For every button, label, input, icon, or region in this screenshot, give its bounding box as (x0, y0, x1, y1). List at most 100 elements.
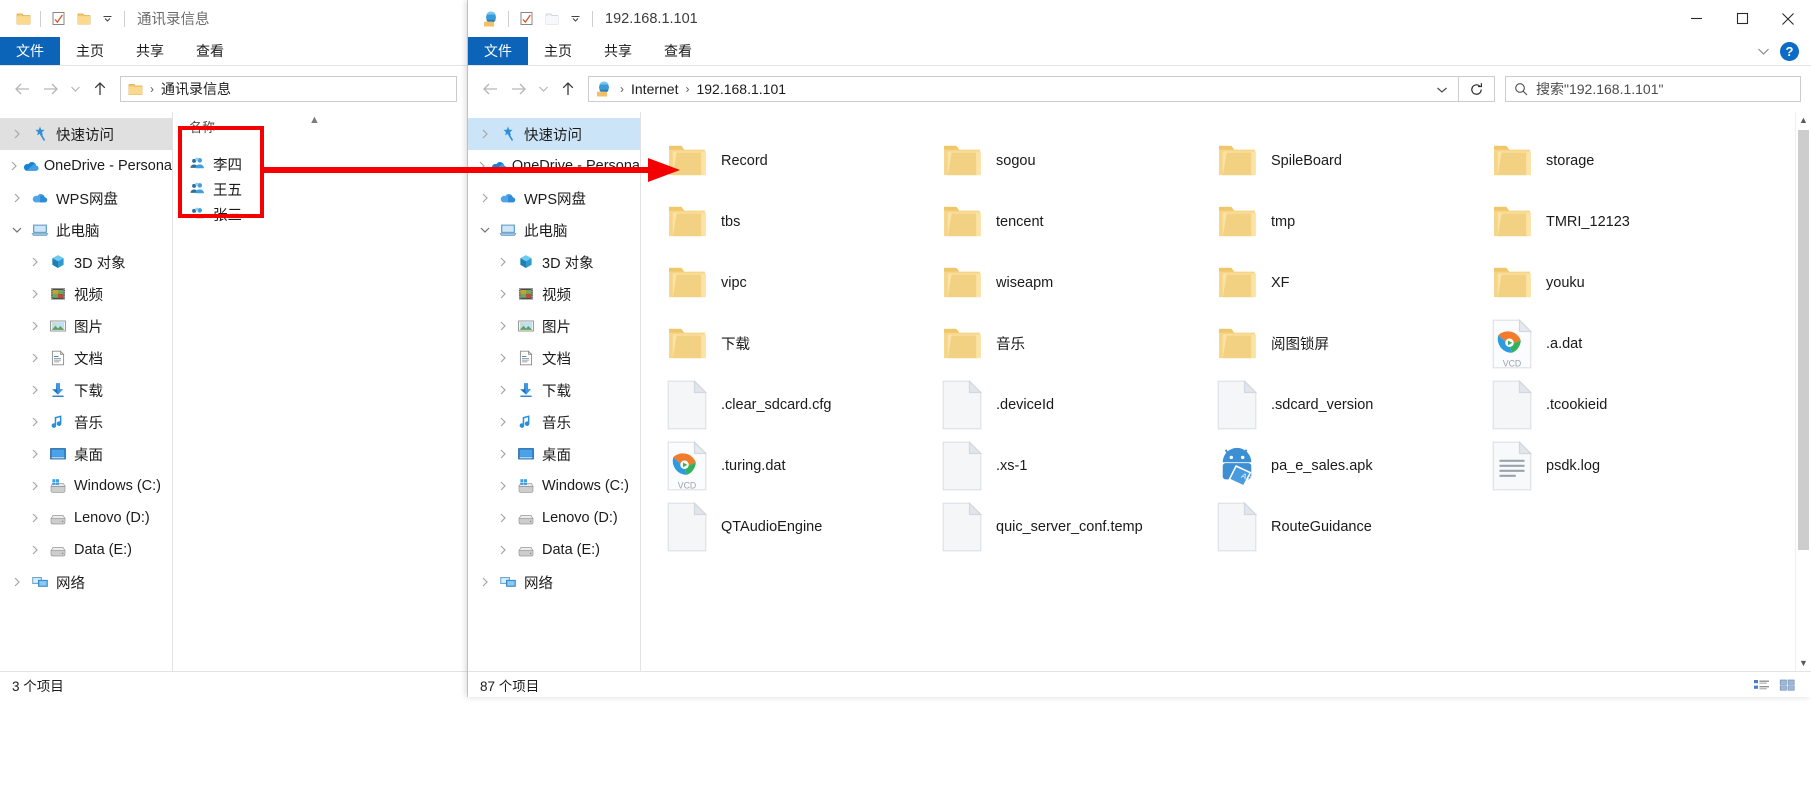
tree-item-windows-c[interactable]: Windows (C:) (468, 470, 640, 502)
tree-item-[interactable]: 下载 (0, 374, 172, 406)
back-button[interactable] (8, 74, 36, 104)
column-header-name[interactable]: 名称 ▲ (173, 112, 467, 140)
tab-file[interactable]: 文件 (468, 37, 528, 65)
chevron-right-icon[interactable] (492, 321, 514, 331)
tree-item-wps[interactable]: WPS网盘 (0, 182, 172, 214)
chevron-right-icon[interactable] (474, 161, 490, 171)
grid-item[interactable]: RouteGuidance (1203, 496, 1478, 557)
list-item[interactable]: 张三 (173, 202, 467, 227)
back-button[interactable] (476, 74, 504, 104)
tree-item-[interactable]: 网络 (0, 566, 172, 598)
chevron-right-icon[interactable] (492, 289, 514, 299)
chevron-right-icon[interactable] (492, 481, 514, 491)
tree-item-3d[interactable]: 3D 对象 (0, 246, 172, 278)
up-button[interactable] (554, 74, 582, 104)
grid-item[interactable]: SpileBoard (1203, 130, 1478, 191)
tree-item-data-e[interactable]: Data (E:) (468, 534, 640, 566)
breadcrumb-item-internet[interactable]: Internet (631, 81, 678, 97)
chevron-right-icon[interactable] (492, 449, 514, 459)
tree-item-[interactable]: 音乐 (468, 406, 640, 438)
tree-item-[interactable]: 此电脑 (0, 214, 172, 246)
new-folder-icon[interactable] (74, 10, 92, 28)
breadcrumb-item[interactable]: 通讯录信息 (161, 79, 231, 99)
grid-item[interactable]: 下载 (653, 313, 928, 374)
tree-item-[interactable]: 文档 (0, 342, 172, 374)
chevron-right-icon[interactable] (24, 289, 46, 299)
tree-item-[interactable]: 图片 (0, 310, 172, 342)
list-item[interactable]: 李四 (173, 152, 467, 177)
tree-item-[interactable]: 视频 (468, 278, 640, 310)
grid-item[interactable]: storage (1478, 130, 1753, 191)
tree-item-data-e[interactable]: Data (E:) (0, 534, 172, 566)
details-view-icon[interactable] (1749, 675, 1773, 695)
properties-icon[interactable] (49, 10, 67, 28)
chevron-right-icon[interactable] (6, 193, 28, 203)
tree-item-[interactable]: 下载 (468, 374, 640, 406)
chevron-right-icon[interactable] (492, 385, 514, 395)
refresh-button[interactable] (1459, 76, 1495, 102)
tab-share[interactable]: 共享 (120, 37, 180, 65)
tree-item-[interactable]: 桌面 (468, 438, 640, 470)
maximize-icon[interactable] (1719, 0, 1765, 37)
forward-button[interactable] (504, 74, 532, 104)
tree-item-[interactable]: 网络 (468, 566, 640, 598)
chevron-down-icon[interactable] (474, 226, 496, 234)
grid-item[interactable]: Record (653, 130, 928, 191)
recent-locations-chevron-icon[interactable] (64, 74, 86, 104)
chevron-right-icon[interactable] (24, 449, 46, 459)
tree-item-3d[interactable]: 3D 对象 (468, 246, 640, 278)
tree-item-wps[interactable]: WPS网盘 (468, 182, 640, 214)
grid-item[interactable]: quic_server_conf.temp (928, 496, 1203, 557)
chevron-right-icon[interactable] (24, 417, 46, 427)
grid-item[interactable]: VCD .turing.dat (653, 435, 928, 496)
large-icons-view-icon[interactable] (1775, 675, 1799, 695)
tree-item-[interactable]: 文档 (468, 342, 640, 374)
up-button[interactable] (86, 74, 114, 104)
grid-item[interactable]: .xs-1 (928, 435, 1203, 496)
properties-icon[interactable] (517, 10, 535, 28)
tree-item-onedrive-persona[interactable]: OneDrive - Persona (468, 150, 640, 182)
search-input[interactable]: 搜索"192.168.1.101" (1505, 76, 1801, 102)
grid-item[interactable]: TMRI_12123 (1478, 191, 1753, 252)
left-address-bar[interactable]: › 通讯录信息 (120, 76, 457, 102)
tab-home[interactable]: 主页 (60, 37, 120, 65)
grid-item[interactable]: 阅图锁屏 (1203, 313, 1478, 374)
grid-item[interactable]: .sdcard_version (1203, 374, 1478, 435)
minimize-ribbon-chevron-icon[interactable] (1757, 43, 1770, 59)
grid-item[interactable]: .clear_sdcard.cfg (653, 374, 928, 435)
right-address-bar[interactable]: › Internet › 192.168.1.101 (588, 76, 1459, 102)
chevron-right-icon[interactable] (6, 161, 22, 171)
tree-item-[interactable]: 桌面 (0, 438, 172, 470)
customize-qat-chevron-icon[interactable] (566, 10, 584, 28)
new-folder-icon[interactable] (542, 10, 560, 28)
chevron-right-icon[interactable] (474, 577, 496, 587)
tab-view[interactable]: 查看 (648, 37, 708, 65)
tree-item-[interactable]: 视频 (0, 278, 172, 310)
tree-item-lenovo-d[interactable]: Lenovo (D:) (0, 502, 172, 534)
help-icon[interactable]: ? (1780, 41, 1799, 61)
grid-item[interactable]: .tcookieid (1478, 374, 1753, 435)
grid-item[interactable]: tmp (1203, 191, 1478, 252)
minimize-icon[interactable] (1673, 0, 1719, 37)
chevron-right-icon[interactable] (24, 353, 46, 363)
chevron-right-icon[interactable] (474, 193, 496, 203)
grid-item[interactable]: tbs (653, 191, 928, 252)
chevron-right-icon[interactable] (24, 321, 46, 331)
chevron-right-icon[interactable] (492, 513, 514, 523)
grid-item[interactable]: APK pa_e_sales.apk (1203, 435, 1478, 496)
grid-item[interactable]: sogou (928, 130, 1203, 191)
recent-locations-chevron-icon[interactable] (532, 74, 554, 104)
grid-item[interactable]: .deviceId (928, 374, 1203, 435)
tab-view[interactable]: 查看 (180, 37, 240, 65)
grid-item[interactable]: wiseapm (928, 252, 1203, 313)
tab-share[interactable]: 共享 (588, 37, 648, 65)
grid-item[interactable]: VCD .a.dat (1478, 313, 1753, 374)
chevron-right-icon[interactable] (6, 577, 28, 587)
chevron-right-icon[interactable] (492, 353, 514, 363)
tree-item-[interactable]: 音乐 (0, 406, 172, 438)
grid-item[interactable]: youku (1478, 252, 1753, 313)
chevron-right-icon[interactable] (474, 129, 496, 139)
chevron-right-icon[interactable] (24, 481, 46, 491)
tree-item-[interactable]: 快速访问 (0, 118, 172, 150)
tree-item-[interactable]: 快速访问 (468, 118, 640, 150)
